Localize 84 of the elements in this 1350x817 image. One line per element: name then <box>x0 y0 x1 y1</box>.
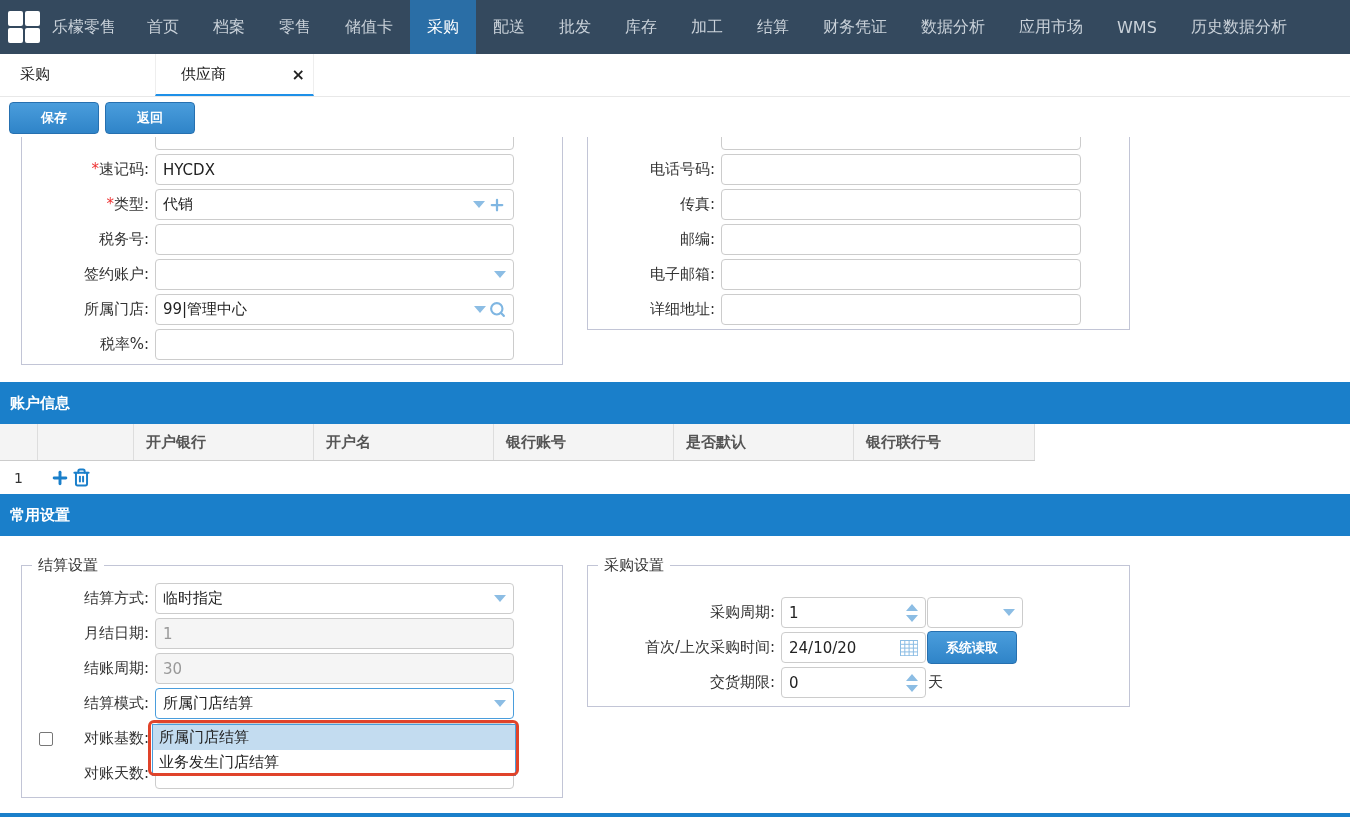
dropdown-option[interactable]: 所属门店结算 <box>153 725 515 750</box>
column-header: 银行联行号 <box>854 424 1035 460</box>
caret-icon <box>1003 609 1015 616</box>
nav-item[interactable]: 配送 <box>476 0 542 54</box>
field-label: 采购周期: <box>708 603 776 622</box>
field-label: *类型: <box>105 195 150 214</box>
delete-icon[interactable] <box>72 468 91 487</box>
select-field[interactable]: 99|管理中心 <box>155 294 514 325</box>
nav-item[interactable]: 加工 <box>674 0 740 54</box>
panel-legend: 采购设置 <box>598 556 670 575</box>
caret-icon <box>494 271 506 278</box>
section-header: 常用设置 <box>0 494 1350 536</box>
field-label: 传真: <box>678 195 716 214</box>
panel-legend: 结算设置 <box>32 556 104 575</box>
nav-item[interactable]: 历史数据分析 <box>1173 0 1304 54</box>
input-field[interactable] <box>721 189 1081 220</box>
nav-item[interactable]: 零售 <box>262 0 328 54</box>
field-label: 签约账户: <box>82 265 150 284</box>
caret-icon <box>474 306 486 313</box>
row-number: 1 <box>14 469 24 486</box>
select-field[interactable] <box>155 259 514 290</box>
section-header: 账户信息 <box>0 382 1350 424</box>
input-field[interactable]: HYCDX <box>155 154 514 185</box>
caret-icon <box>494 700 506 707</box>
nav-item[interactable]: 结算 <box>740 0 806 54</box>
select-field[interactable]: 代销 <box>155 189 514 220</box>
field-label: 月结日期: <box>82 624 150 643</box>
input-field[interactable] <box>721 259 1081 290</box>
field-label: 所属门店: <box>82 300 150 319</box>
field-label: 税务号: <box>97 230 150 249</box>
nav-item[interactable]: WMS <box>1100 0 1174 54</box>
input-field[interactable]: 1 <box>781 597 926 628</box>
calendar-icon[interactable] <box>900 639 918 656</box>
field-label: 邮编: <box>678 230 716 249</box>
nav-item[interactable]: 采购 <box>410 0 476 54</box>
close-icon[interactable]: × <box>291 64 305 84</box>
brand-name: 乐檬零售 <box>52 15 117 38</box>
field-label: 详细地址: <box>648 300 716 319</box>
grid-logo-icon <box>8 11 40 43</box>
caret-icon <box>494 595 506 602</box>
save-button[interactable]: 保存 <box>9 102 99 134</box>
caret-icon <box>473 201 485 208</box>
select-field[interactable]: 临时指定 <box>155 583 514 614</box>
field-label: 对账基数: <box>82 729 150 748</box>
field-label: *速记码: <box>90 160 150 179</box>
page-tab[interactable]: 供应商 × <box>155 54 314 96</box>
nav-item[interactable]: 首页 <box>130 0 196 54</box>
required-mark: * <box>106 195 114 213</box>
field-label: 税率%: <box>98 335 150 354</box>
nav-item[interactable]: 批发 <box>542 0 608 54</box>
required-mark: * <box>91 160 99 178</box>
field-label: 结算模式: <box>82 694 150 713</box>
field-label: 交货期限: <box>708 673 776 692</box>
input-field[interactable]: 24/10/20 <box>781 632 926 663</box>
nav-item[interactable]: 财务凭证 <box>806 0 904 54</box>
input-field[interactable] <box>721 154 1081 185</box>
unit-label: 天 <box>928 673 943 692</box>
search-icon[interactable] <box>489 301 506 318</box>
column-header: 开户银行 <box>134 424 314 460</box>
input-field[interactable] <box>155 224 514 255</box>
column-header: 银行账号 <box>494 424 674 460</box>
input-field[interactable] <box>155 329 514 360</box>
field-label: 电话号码: <box>648 160 716 179</box>
input-field[interactable] <box>721 224 1081 255</box>
nav-item[interactable]: 数据分析 <box>904 0 1002 54</box>
nav-item[interactable]: 应用市场 <box>1002 0 1100 54</box>
nav-item[interactable]: 档案 <box>196 0 262 54</box>
field-label: 对账天数: <box>82 764 150 783</box>
nav-item[interactable]: 储值卡 <box>328 0 410 54</box>
field-label: 结算方式: <box>82 589 150 608</box>
checkbox[interactable] <box>39 731 53 746</box>
column-header: 是否默认 <box>674 424 854 460</box>
read-system-button[interactable]: 系统读取 <box>927 631 1017 664</box>
input-field[interactable]: 0 <box>781 667 926 698</box>
select-field[interactable] <box>927 597 1023 628</box>
back-button[interactable]: 返回 <box>105 102 195 134</box>
field-label: 首次/上次采购时间: <box>643 638 776 657</box>
page-tab[interactable]: 采购 <box>0 54 155 96</box>
input-field[interactable] <box>721 294 1081 325</box>
field-label: 电子邮箱: <box>648 265 716 284</box>
nav-item[interactable]: 库存 <box>608 0 674 54</box>
field-label: 结账周期: <box>82 659 150 678</box>
column-header: 开户名 <box>314 424 494 460</box>
select-field[interactable]: 所属门店结算 <box>155 688 514 719</box>
